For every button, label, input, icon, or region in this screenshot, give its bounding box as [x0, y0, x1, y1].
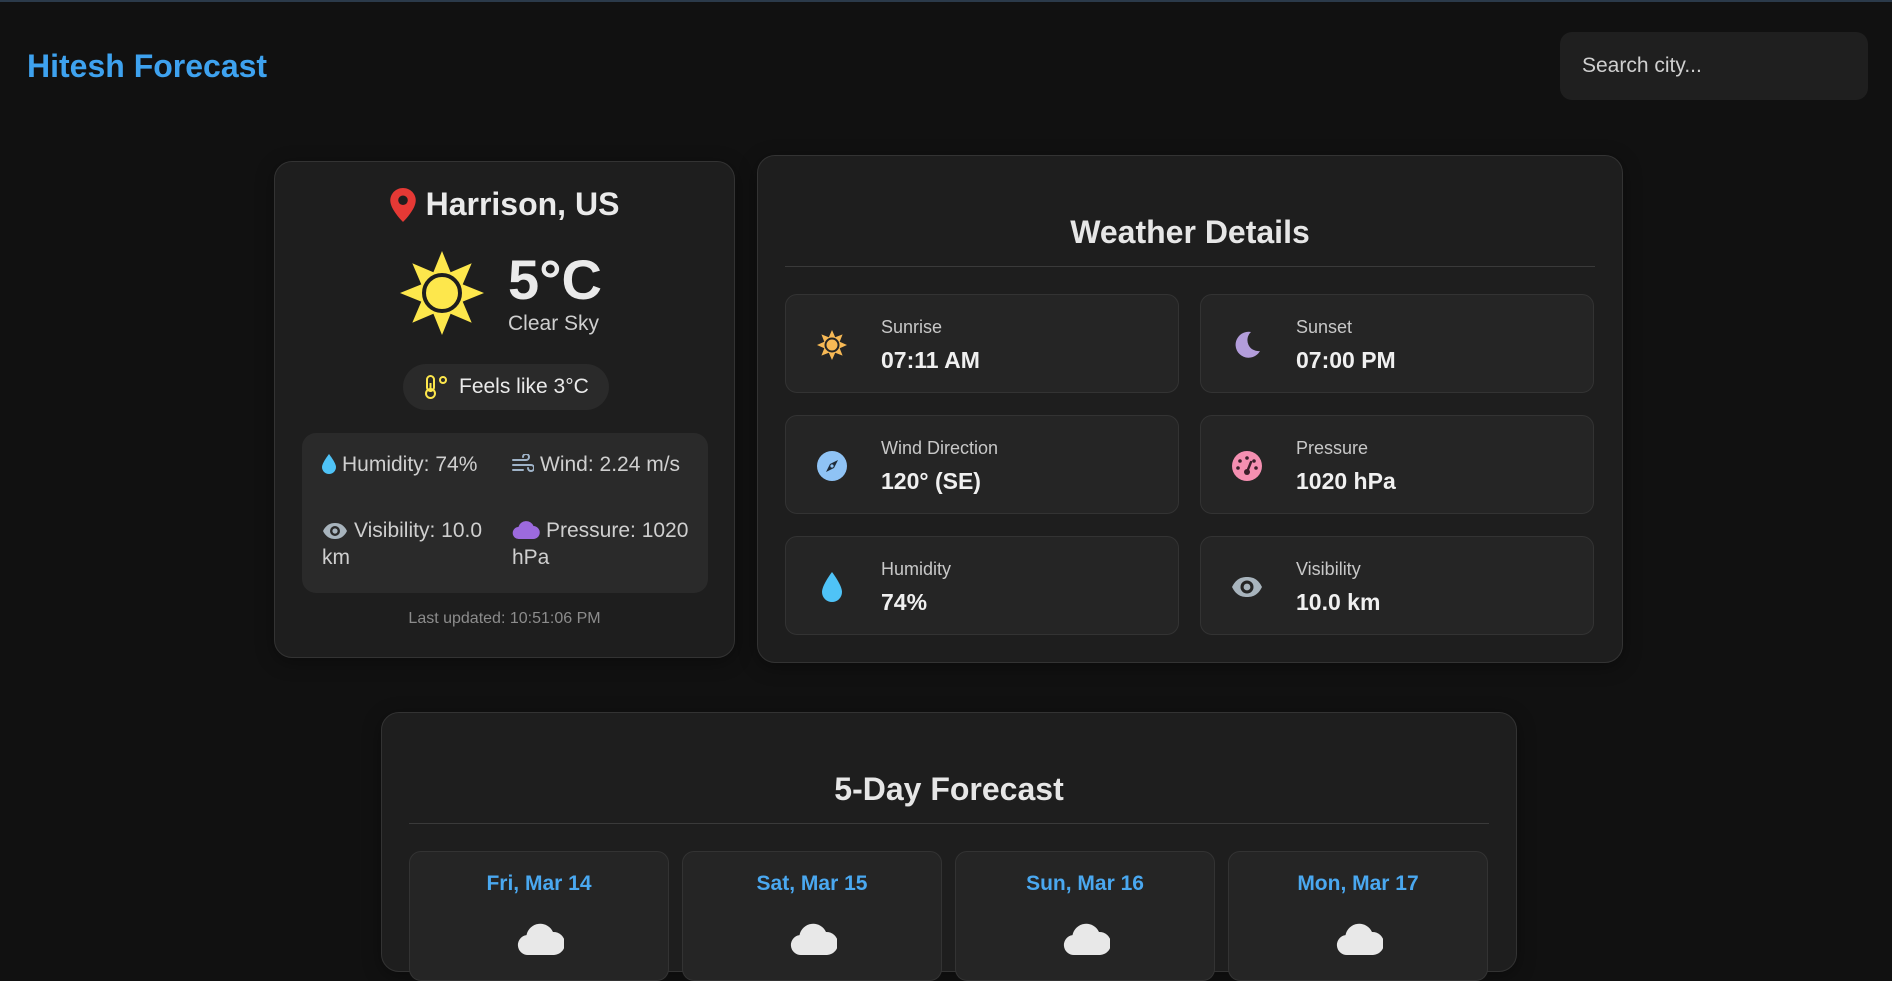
weather-details-card: Weather Details Sunrise 07:11 AM Sunset …: [757, 155, 1623, 663]
forecast-title: 5-Day Forecast: [834, 771, 1064, 807]
app-title[interactable]: Hitesh Forecast: [27, 48, 267, 85]
current-temperature: 5°C: [508, 248, 602, 311]
stat-pressure: Pressure: 1020 hPa: [512, 519, 689, 569]
forecast-day-label: Sat, Mar 15: [756, 872, 868, 895]
cloud-icon: [517, 923, 564, 956]
detail-visibility: Visibility 10.0 km: [1200, 536, 1594, 635]
forecast-day[interactable]: Mon, Mar 17: [1228, 851, 1488, 981]
current-conditions: 5°C Clear Sky: [400, 250, 602, 336]
detail-label: Wind Direction: [881, 438, 999, 458]
cloud-icon: [790, 923, 837, 956]
detail-pressure: Pressure 1020 hPa: [1200, 415, 1594, 514]
divider: [409, 823, 1489, 824]
droplet-icon: [322, 454, 336, 474]
droplet-icon: [822, 572, 842, 602]
cloud-icon: [1063, 923, 1110, 956]
gauge-icon: [1232, 451, 1262, 481]
location-header: Harrison, US: [275, 186, 734, 223]
stat-humidity: Humidity: 74%: [322, 451, 502, 478]
forecast-day-label: Fri, Mar 14: [486, 872, 592, 895]
top-border: [0, 0, 1892, 2]
detail-value: 10.0 km: [1296, 589, 1381, 615]
forecast-day[interactable]: Sun, Mar 16: [955, 851, 1215, 981]
wind-icon: [512, 453, 535, 472]
moon-icon: [1235, 331, 1260, 358]
weather-details-title: Weather Details: [1070, 214, 1310, 250]
quick-stats-panel: Humidity: 74% Wind: 2.24 m/s Visibility:…: [302, 433, 708, 593]
detail-value: 07:11 AM: [881, 347, 980, 373]
cloud-icon: [512, 521, 540, 540]
detail-humidity: Humidity 74%: [785, 536, 1179, 635]
divider: [785, 266, 1595, 267]
last-updated: Last updated: 10:51:06 PM: [408, 610, 601, 627]
eye-icon: [1232, 577, 1262, 597]
forecast-day[interactable]: Fri, Mar 14: [409, 851, 669, 981]
forecast-card: 5-Day Forecast Fri, Mar 14 Sat, Mar 15 S…: [381, 712, 1517, 981]
location-pin-icon: [389, 187, 416, 222]
detail-label: Humidity: [881, 559, 952, 579]
stat-wind: Wind: 2.24 m/s: [512, 451, 692, 478]
compass-icon: [817, 451, 847, 481]
detail-label: Pressure: [1296, 438, 1369, 458]
detail-value: 120° (SE): [881, 468, 981, 494]
detail-label: Visibility: [1296, 559, 1361, 579]
feels-like-text: Feels like 3°C: [459, 375, 589, 398]
detail-value: 07:00 PM: [1296, 347, 1396, 373]
detail-label: Sunrise: [881, 317, 943, 337]
eye-icon: [323, 523, 347, 539]
thermometer-icon: [425, 375, 447, 399]
detail-value: 74%: [881, 589, 928, 615]
detail-value: 1020 hPa: [1296, 468, 1396, 494]
location-name: Harrison, US: [425, 186, 620, 222]
detail-sunset: Sunset 07:00 PM: [1200, 294, 1594, 393]
city-search-input[interactable]: [1560, 32, 1868, 100]
current-weather-card: Harrison, US 5°C Clear Sky Feels like 3°…: [274, 161, 735, 658]
weather-condition: Clear Sky: [508, 312, 600, 335]
sun-icon: [817, 330, 847, 360]
detail-wind-direction: Wind Direction 120° (SE): [785, 415, 1179, 514]
detail-sunrise: Sunrise 07:11 AM: [785, 294, 1179, 393]
forecast-day-label: Mon, Mar 17: [1297, 872, 1419, 895]
forecast-day[interactable]: Sat, Mar 15: [682, 851, 942, 981]
stat-visibility: Visibility: 10.0 km: [322, 519, 483, 569]
cloud-icon: [1336, 923, 1383, 956]
sun-icon: [400, 251, 484, 335]
detail-label: Sunset: [1296, 317, 1353, 337]
feels-like-badge: Feels like 3°C: [403, 364, 609, 410]
forecast-day-label: Sun, Mar 16: [1026, 872, 1144, 895]
